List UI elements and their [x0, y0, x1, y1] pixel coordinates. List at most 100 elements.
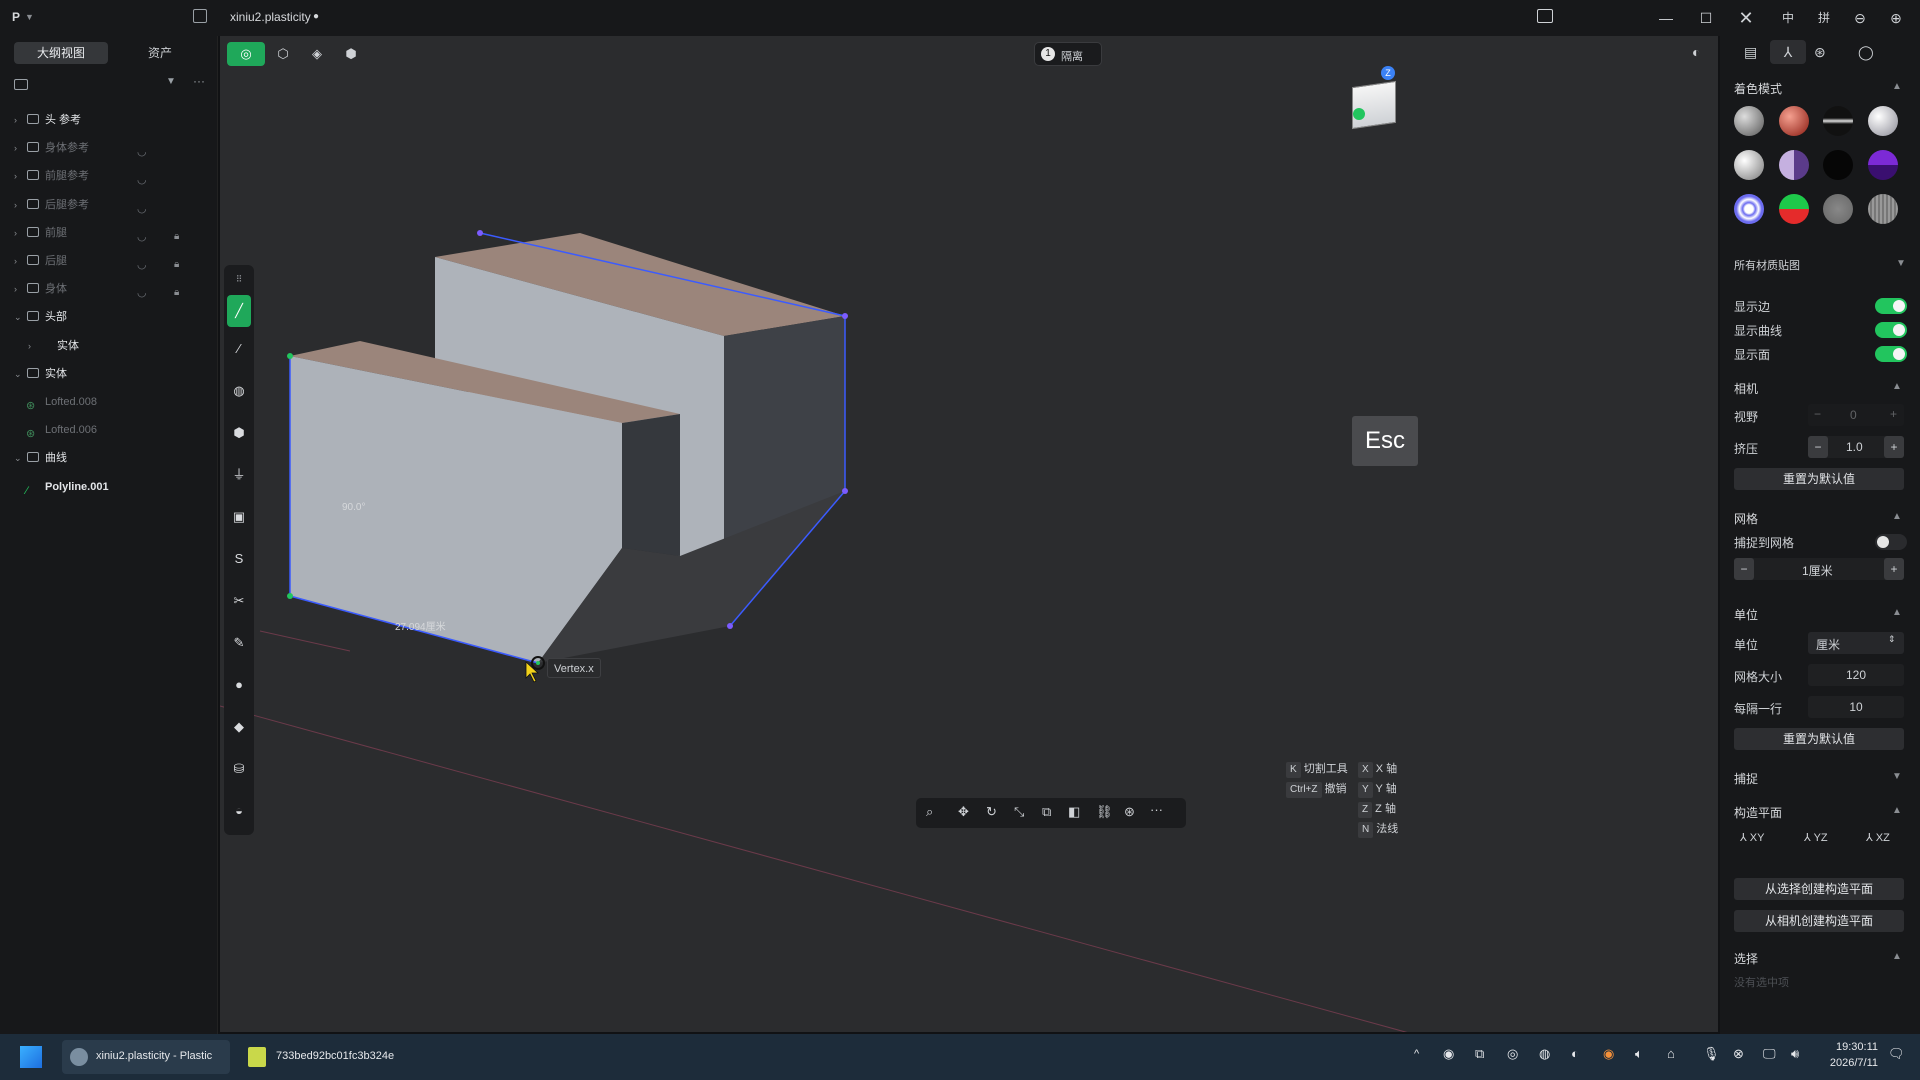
move-icon[interactable]: ✥: [958, 804, 969, 820]
visibility-icon[interactable]: ◡: [137, 254, 147, 276]
decrement-button[interactable]: −: [1808, 436, 1828, 458]
outliner-item[interactable]: › 身体 ◡ 🔒︎: [0, 278, 218, 300]
shading-sphere[interactable]: [1779, 106, 1809, 136]
app-tray-icon[interactable]: ◎: [1507, 1046, 1518, 1062]
show-faces-toggle[interactable]: [1875, 346, 1907, 362]
tray-expand-chevron-icon[interactable]: ^: [1414, 1048, 1419, 1060]
chevron-right-icon[interactable]: ›: [14, 165, 17, 187]
curve-tool-icon[interactable]: ∕: [227, 337, 251, 361]
app-tray-icon[interactable]: ◐: [1571, 1046, 1579, 1061]
visibility-icon[interactable]: ◡: [137, 141, 147, 163]
z-axis-badge[interactable]: Z: [1381, 66, 1395, 80]
new-folder-icon[interactable]: [14, 79, 28, 90]
boolean-icon[interactable]: ◧: [1068, 804, 1080, 820]
3d-viewport[interactable]: ◎ ⬡ ◈ ⬢ 1 隔离 90.0° 27.094厘米 Vertex.x Z E…: [220, 36, 1718, 1032]
chevron-right-icon[interactable]: ›: [14, 109, 17, 131]
tab-outliner[interactable]: 大纲视图: [14, 42, 108, 64]
circle-tool-icon[interactable]: ◍: [227, 379, 251, 403]
outliner-item[interactable]: ⌄ 曲线: [0, 447, 218, 469]
every-line-input[interactable]: 10: [1808, 696, 1904, 718]
network-tray-icon[interactable]: 🖵︎: [1763, 1046, 1776, 1062]
outliner-item[interactable]: › 后腿 ◡ 🔒︎: [0, 250, 218, 272]
increment-button[interactable]: +: [1884, 436, 1904, 458]
y-axis-dot[interactable]: [1353, 108, 1365, 120]
chevron-up-icon[interactable]: ▲: [1892, 381, 1902, 392]
sphere-tool-icon[interactable]: ●: [227, 673, 251, 697]
more-options-icon[interactable]: ···: [193, 74, 205, 88]
layers-tab-icon[interactable]: ▤: [1744, 44, 1757, 61]
ime-mode[interactable]: 拼: [1814, 8, 1834, 28]
shading-sphere[interactable]: [1823, 106, 1853, 136]
increment-button[interactable]: +: [1890, 407, 1897, 421]
duplicate-icon[interactable]: ⧉: [1042, 804, 1051, 820]
cut-tool-icon[interactable]: ✂: [227, 589, 251, 613]
snap-to-grid-toggle[interactable]: [1875, 534, 1907, 550]
tab-assets[interactable]: 资产: [116, 42, 204, 64]
extrude-value[interactable]: 1.0: [1846, 440, 1863, 454]
rotate-icon[interactable]: ↻: [986, 804, 997, 820]
capture-tray-icon[interactable]: ⧉: [1475, 1046, 1484, 1062]
show-edges-toggle[interactable]: [1875, 298, 1907, 314]
materials-tab-icon[interactable]: ⊛: [1814, 44, 1826, 61]
grid-size-input[interactable]: 120: [1808, 664, 1904, 686]
properties-tab-icon[interactable]: ⅄: [1770, 40, 1806, 64]
plane-xz-button[interactable]: ⅄ XZ: [1866, 831, 1890, 844]
outliner-item[interactable]: › 后腿参考 ◡: [0, 194, 218, 216]
outliner-item[interactable]: › 前腿 ◡ 🔒︎: [0, 222, 218, 244]
grid-value[interactable]: 1厘米: [1802, 562, 1833, 579]
extrude-tool-icon[interactable]: ⏚: [227, 463, 251, 487]
collapse-all-chevron-icon[interactable]: ▼: [166, 76, 176, 87]
shading-sphere[interactable]: [1868, 194, 1898, 224]
decrement-button[interactable]: −: [1734, 558, 1754, 580]
clock-time[interactable]: 19:30:11: [1818, 1041, 1878, 1053]
plane-yz-button[interactable]: ⅄ YZ: [1804, 831, 1828, 844]
outliner-item[interactable]: › 身体参考 ◡: [0, 137, 218, 159]
microphone-tray-icon[interactable]: 🎙︎: [1703, 1046, 1720, 1062]
taskbar-app-plasticity[interactable]: xiniu2.plasticity - Plastic: [62, 1040, 230, 1074]
cplane-from-selection-button[interactable]: 从选择创建构造平面: [1734, 878, 1904, 900]
outliner-item[interactable]: ⌄ 头部: [0, 306, 218, 328]
chevron-right-icon[interactable]: ›: [14, 278, 17, 300]
lock-icon[interactable]: 🔒︎: [174, 226, 179, 248]
cylinder-tool-icon[interactable]: ⛁: [227, 757, 251, 781]
more-tools-icon[interactable]: ···: [1150, 802, 1163, 817]
lock-icon[interactable]: 🔒︎: [174, 254, 179, 276]
cplane-from-camera-button[interactable]: 从相机创建构造平面: [1734, 910, 1904, 932]
render-tab-icon[interactable]: ◯: [1858, 44, 1874, 61]
viewport-canvas[interactable]: [220, 36, 1718, 1032]
chevron-right-icon[interactable]: ›: [14, 137, 17, 159]
plane-xy-button[interactable]: ⅄ XY: [1740, 831, 1764, 844]
decrement-button[interactable]: −: [1814, 407, 1821, 421]
browser-tray-icon[interactable]: ◉: [1603, 1046, 1614, 1062]
polygon-tool-icon[interactable]: ⬢: [227, 421, 251, 445]
usb-tray-icon[interactable]: ⌂: [1667, 1046, 1675, 1061]
start-windows-icon[interactable]: [20, 1046, 42, 1068]
volume-tray-icon[interactable]: 🔈︎: [1635, 1046, 1643, 1062]
link-icon[interactable]: ⛓: [1096, 804, 1113, 820]
sidebar-toggle-icon[interactable]: [193, 9, 207, 23]
chevron-up-icon[interactable]: ▲: [1892, 805, 1902, 816]
maximize-button[interactable]: ☐: [1696, 8, 1716, 28]
clock-date[interactable]: 2026/7/11: [1818, 1057, 1878, 1069]
close-tray-icon[interactable]: ⊗: [1733, 1046, 1744, 1062]
chevron-down-icon[interactable]: ▼: [1896, 258, 1906, 269]
contrast-icon[interactable]: ◐: [1692, 44, 1700, 60]
pen-tool-icon[interactable]: ✎: [227, 631, 251, 655]
reset-units-button[interactable]: 重置为默认值: [1734, 728, 1904, 750]
shading-sphere[interactable]: [1734, 150, 1764, 180]
minimize-button[interactable]: —: [1656, 8, 1676, 28]
steam-tray-icon[interactable]: ◉: [1443, 1046, 1454, 1062]
shading-sphere[interactable]: [1868, 150, 1898, 180]
outliner-item[interactable]: ⌄ 实体: [0, 363, 218, 385]
shading-sphere[interactable]: [1868, 106, 1898, 136]
union-icon[interactable]: ⊛: [1124, 804, 1135, 820]
chevron-up-icon[interactable]: ▲: [1892, 607, 1902, 618]
cap-tool-icon[interactable]: ◒: [227, 799, 251, 823]
drag-handle-icon[interactable]: ⠿: [227, 267, 251, 291]
chevron-up-icon[interactable]: ▲: [1892, 511, 1902, 522]
rectangle-tool-icon[interactable]: ▣: [227, 505, 251, 529]
outliner-item[interactable]: ⊛ Lofted.006: [0, 419, 218, 441]
chevron-right-icon[interactable]: ›: [14, 222, 17, 244]
app-icon[interactable]: P: [12, 10, 20, 24]
scale-icon[interactable]: ⤡: [1014, 804, 1024, 820]
